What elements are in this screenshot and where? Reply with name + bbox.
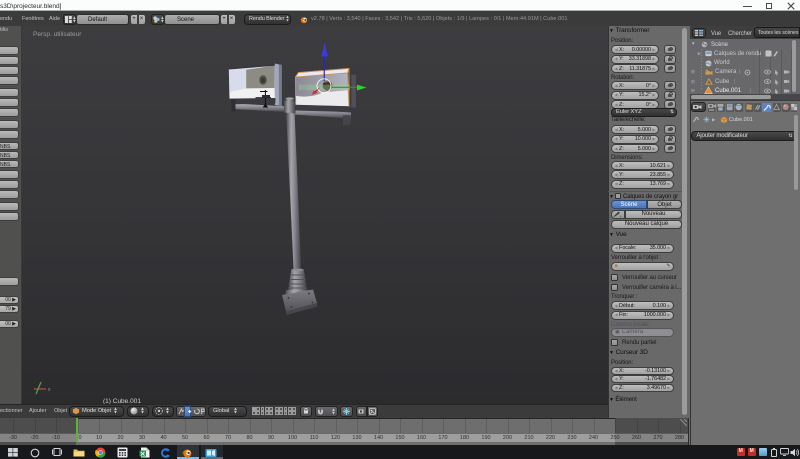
svg-text:Persp. utilisateur: Persp. utilisateur bbox=[33, 31, 82, 38]
